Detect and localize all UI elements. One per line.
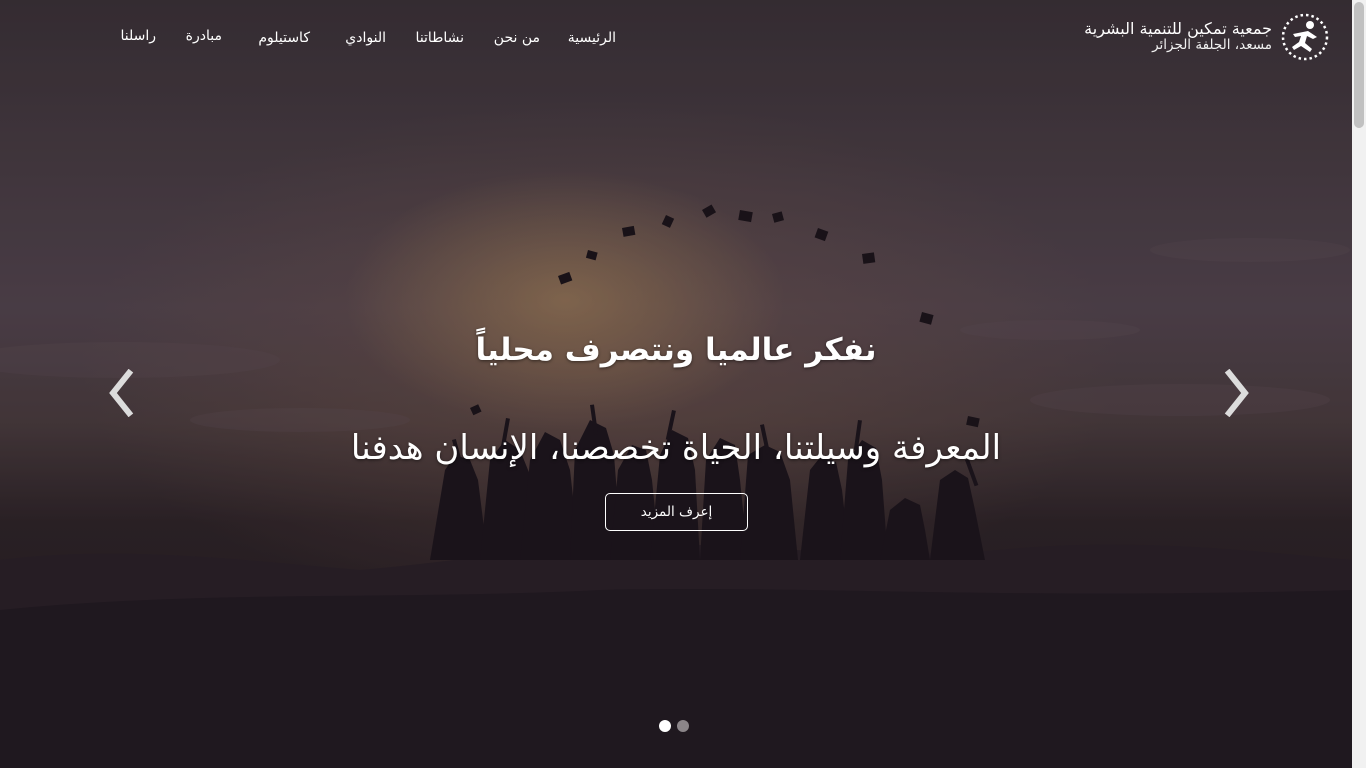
hero-headline: نفكر عالميا ونتصرف محلياً (475, 332, 877, 368)
scrollbar-thumb[interactable] (1354, 2, 1364, 128)
brand-text: جمعية تمكين للتنمية البشرية مسعد، الجلفة… (1084, 19, 1272, 54)
brand-title: جمعية تمكين للتنمية البشرية (1084, 19, 1272, 39)
carousel-dot-2[interactable] (677, 720, 689, 732)
nav-item-about[interactable]: من نحن (494, 30, 540, 46)
carousel-next-button[interactable] (1220, 368, 1256, 418)
hero-carousel: نفكر عالميا ونتصرف محلياً المعرفة وسيلتن… (0, 0, 1352, 768)
nav-item-clubs[interactable]: النوادي (345, 30, 386, 46)
brand-location: مسعد، الجلفة الجزائر (1152, 37, 1272, 54)
hero-subline: المعرفة وسيلتنا، الحياة تخصصنا، الإنسان … (350, 428, 1002, 468)
learn-more-button[interactable]: إعرف المزيد (605, 493, 748, 531)
chevron-right-icon (1224, 369, 1249, 417)
running-person-icon (1281, 13, 1329, 61)
carousel-dot-1[interactable] (659, 720, 671, 732)
chevron-left-icon (109, 369, 134, 417)
top-navbar: جمعية تمكين للتنمية البشرية مسعد، الجلفة… (0, 0, 1352, 80)
nav-item-castellum[interactable]: كاستيلوم (258, 30, 310, 46)
nav-item-activities[interactable]: نشاطاتنا (416, 30, 464, 46)
hero-overlay (0, 0, 1352, 768)
carousel-indicators (659, 720, 689, 732)
carousel-prev-button[interactable] (102, 368, 138, 418)
nav-item-contact[interactable]: راسلنا (120, 28, 156, 44)
page-scrollbar[interactable] (1352, 0, 1366, 768)
nav-item-initiative[interactable]: مبادرة (186, 28, 222, 44)
brand-link[interactable]: جمعية تمكين للتنمية البشرية مسعد، الجلفة… (1084, 12, 1330, 62)
nav-item-home[interactable]: الرئيسية (568, 30, 616, 46)
